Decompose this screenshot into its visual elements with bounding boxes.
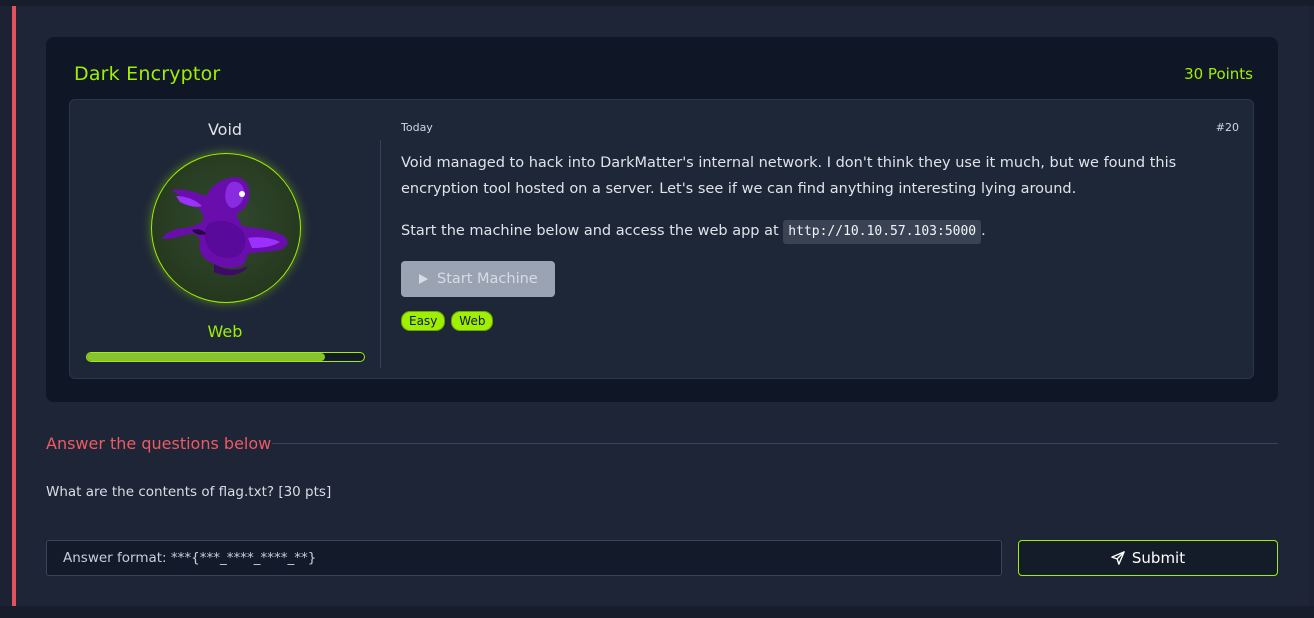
room-progress-fill xyxy=(87,353,326,361)
task-number: #20 xyxy=(1215,121,1239,134)
task-tags: Easy Web xyxy=(401,311,494,331)
submit-button[interactable]: Submit xyxy=(1018,540,1278,576)
tag-difficulty: Easy xyxy=(401,311,446,331)
column-divider xyxy=(380,140,381,368)
task-body: Today #20 Void managed to hack into Dark… xyxy=(401,100,1239,380)
task-card: Dark Encryptor 30 Points Void Web Today … xyxy=(46,37,1278,402)
room-category: Web xyxy=(207,322,243,341)
answers-header: Answer the questions below xyxy=(46,434,272,453)
question-text: What are the contents of flag.txt? [30 p… xyxy=(46,484,332,500)
answers-divider xyxy=(272,443,1278,444)
paper-plane-icon xyxy=(1111,551,1125,565)
task-description: Void managed to hack into DarkMatter's i… xyxy=(401,155,1177,197)
play-icon xyxy=(419,274,428,284)
instruction-suffix: . xyxy=(981,223,986,239)
tag-category: Web xyxy=(451,311,494,331)
void-figure-icon xyxy=(162,177,288,276)
instruction-text: Start the machine below and access the w… xyxy=(401,223,784,239)
task-points: 30 Points xyxy=(1184,65,1253,83)
room-info: Void Web xyxy=(70,100,380,380)
submit-label: Submit xyxy=(1131,549,1186,567)
room-name: Void xyxy=(207,120,243,139)
web-app-url[interactable]: http://10.10.57.103:5000 xyxy=(783,220,982,244)
answer-input[interactable] xyxy=(46,540,1002,576)
start-machine-button[interactable]: Start Machine xyxy=(401,261,555,297)
bottom-strip xyxy=(0,606,1314,618)
task-title: Dark Encryptor xyxy=(74,63,221,85)
room-progress-bar xyxy=(86,352,365,362)
room-avatar xyxy=(151,153,301,303)
task-instruction: Start the machine below and access the w… xyxy=(401,218,1201,244)
start-machine-label: Start Machine xyxy=(437,271,538,287)
task-details-card: Void Web Today #20 Void managed to hack … xyxy=(69,99,1254,379)
task-date: Today xyxy=(401,121,433,134)
